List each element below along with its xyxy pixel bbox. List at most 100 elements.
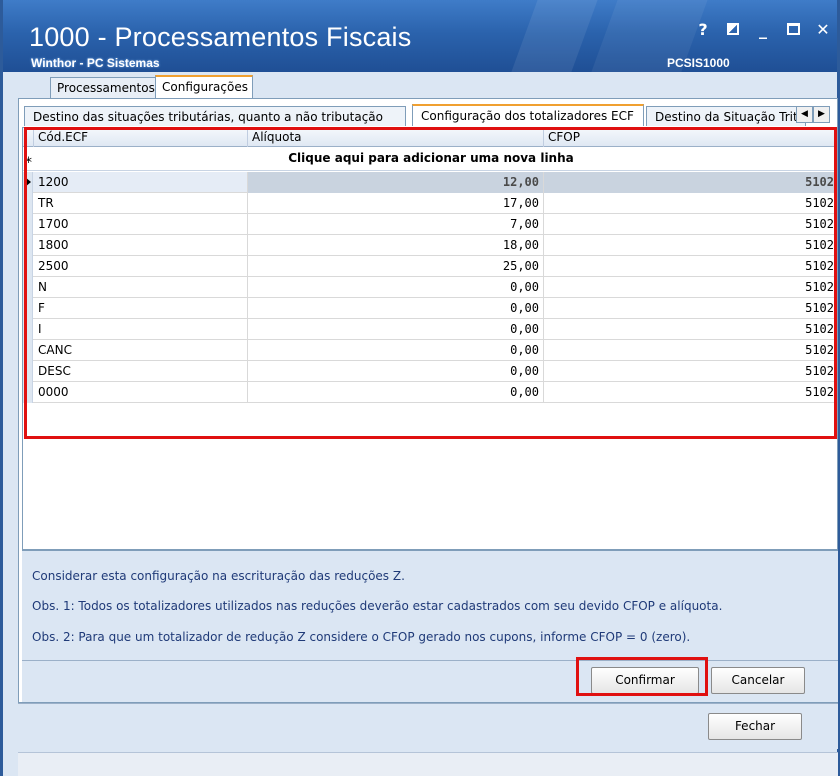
- sub-tabs: Destino das situações tributárias, quant…: [22, 104, 836, 126]
- maximize-icon: [786, 23, 800, 35]
- note-line: Obs. 1: Todos os totalizadores utilizado…: [32, 599, 723, 613]
- table-row[interactable]: 0000 0,00 5102: [23, 382, 837, 403]
- close-button[interactable]: ✕: [815, 20, 831, 39]
- cell-cod-ecf[interactable]: TR: [34, 193, 248, 214]
- chevron-left-icon: ◀: [801, 109, 808, 119]
- row-selector[interactable]: [23, 277, 33, 298]
- table-row[interactable]: I 0,00 5102: [23, 319, 837, 340]
- cell-aliquota[interactable]: 0,00: [248, 319, 544, 340]
- routine-code: PCSIS1000: [667, 56, 730, 70]
- totalizadores-grid[interactable]: Cód.ECF Alíquota CFOP * Clique aqui para…: [22, 127, 838, 550]
- cell-cfop[interactable]: 5102: [544, 193, 837, 214]
- close-window-button[interactable]: Fechar: [708, 713, 802, 740]
- confirm-button[interactable]: Confirmar: [591, 667, 699, 694]
- column-header-cfop[interactable]: CFOP: [544, 128, 837, 147]
- status-bar: [18, 752, 838, 776]
- note-line: Obs. 2: Para que um totalizador de reduç…: [32, 630, 691, 644]
- row-selector[interactable]: [23, 193, 33, 214]
- cancel-button-label: Cancelar: [731, 673, 785, 687]
- cell-cfop[interactable]: 5102: [544, 340, 837, 361]
- cell-cod-ecf[interactable]: N: [34, 277, 248, 298]
- table-row[interactable]: 2500 25,00 5102: [23, 256, 837, 277]
- close-button-label: Fechar: [734, 719, 776, 733]
- tab-label: Destino da Situação Trit: [655, 110, 798, 124]
- cell-cfop[interactable]: 5102: [544, 214, 837, 235]
- column-header-cod-ecf[interactable]: Cód.ECF: [34, 128, 248, 147]
- table-row[interactable]: 1800 18,00 5102: [23, 235, 837, 256]
- cell-aliquota[interactable]: 0,00: [248, 361, 544, 382]
- cell-cfop[interactable]: 5102: [544, 256, 837, 277]
- tab-destino-situacao-trib[interactable]: Destino da Situação Trit: [646, 106, 806, 126]
- scroll-left-button[interactable]: ◀: [796, 106, 813, 123]
- row-selector[interactable]: [23, 172, 33, 193]
- cell-cod-ecf[interactable]: DESC: [34, 361, 248, 382]
- help-button[interactable]: ?: [695, 20, 711, 39]
- table-row[interactable]: 1700 7,00 5102: [23, 214, 837, 235]
- cell-cod-ecf[interactable]: 2500: [34, 256, 248, 277]
- minimize-button[interactable]: _: [755, 20, 771, 39]
- confirm-button-label: Confirmar: [615, 673, 675, 687]
- table-row[interactable]: DESC 0,00 5102: [23, 361, 837, 382]
- row-selector[interactable]: [23, 319, 33, 340]
- cell-cod-ecf[interactable]: 1200: [34, 172, 248, 193]
- cell-aliquota[interactable]: 25,00: [248, 256, 544, 277]
- cell-aliquota[interactable]: 12,00: [248, 172, 544, 193]
- cancel-button[interactable]: Cancelar: [711, 667, 805, 694]
- table-row[interactable]: CANC 0,00 5102: [23, 340, 837, 361]
- scroll-right-button[interactable]: ▶: [813, 106, 830, 123]
- restore-icon: [727, 23, 739, 35]
- cell-cod-ecf[interactable]: CANC: [34, 340, 248, 361]
- row-selector[interactable]: [23, 361, 33, 382]
- tab-destino-situacoes[interactable]: Destino das situações tributárias, quant…: [24, 106, 406, 126]
- cell-cfop[interactable]: 5102: [544, 382, 837, 403]
- footer-bar: Fechar: [18, 703, 838, 749]
- cell-cfop[interactable]: 5102: [544, 361, 837, 382]
- column-header-aliquota[interactable]: Alíquota: [248, 128, 544, 147]
- tab-totalizadores-ecf[interactable]: Configuração dos totalizadores ECF: [412, 104, 644, 126]
- tab-scroll-buttons: ◀ ▶: [796, 106, 830, 123]
- table-row[interactable]: N 0,00 5102: [23, 277, 837, 298]
- cell-cod-ecf[interactable]: I: [34, 319, 248, 340]
- title-bar[interactable]: 1000 - Processamentos Fiscais Winthor - …: [3, 0, 837, 72]
- cell-aliquota[interactable]: 0,00: [248, 298, 544, 319]
- cell-aliquota[interactable]: 0,00: [248, 340, 544, 361]
- cell-cfop[interactable]: 5102: [544, 298, 837, 319]
- window-controls: ? _ ✕: [695, 20, 831, 39]
- tab-configuracoes[interactable]: Configurações: [155, 75, 253, 99]
- row-selector[interactable]: [23, 340, 33, 361]
- cell-aliquota[interactable]: 18,00: [248, 235, 544, 256]
- cell-cod-ecf[interactable]: 0000: [34, 382, 248, 403]
- cell-aliquota[interactable]: 0,00: [248, 277, 544, 298]
- tab-label: Configurações: [162, 80, 248, 94]
- cell-cfop[interactable]: 5102: [544, 235, 837, 256]
- cell-cfop[interactable]: 5102: [544, 319, 837, 340]
- tab-label: Processamentos: [57, 81, 155, 95]
- action-bar: Confirmar Cancelar: [22, 660, 838, 702]
- restore-button[interactable]: [725, 20, 741, 39]
- chevron-right-icon: ▶: [818, 109, 825, 119]
- row-selector[interactable]: [23, 382, 33, 403]
- cell-cod-ecf[interactable]: 1700: [34, 214, 248, 235]
- cell-aliquota[interactable]: 0,00: [248, 382, 544, 403]
- add-new-row-label: Clique aqui para adicionar uma nova linh…: [288, 151, 574, 165]
- row-selector[interactable]: [23, 298, 33, 319]
- cell-cod-ecf[interactable]: F: [34, 298, 248, 319]
- tab-processamentos[interactable]: Processamentos: [50, 77, 162, 99]
- current-row-arrow-icon: [25, 177, 31, 187]
- row-selector[interactable]: [23, 256, 33, 277]
- table-row[interactable]: 1200 12,00 5102: [23, 172, 837, 193]
- add-new-row[interactable]: * Clique aqui para adicionar uma nova li…: [23, 147, 837, 171]
- row-selector[interactable]: [23, 235, 33, 256]
- cell-cfop[interactable]: 5102: [544, 277, 837, 298]
- header-selector: [23, 128, 34, 147]
- window-subtitle: Winthor - PC Sistemas: [31, 56, 160, 70]
- cell-cfop[interactable]: 5102: [544, 172, 837, 193]
- row-selector[interactable]: [23, 214, 33, 235]
- cell-aliquota[interactable]: 7,00: [248, 214, 544, 235]
- cell-aliquota[interactable]: 17,00: [248, 193, 544, 214]
- table-row[interactable]: F 0,00 5102: [23, 298, 837, 319]
- table-row[interactable]: TR 17,00 5102: [23, 193, 837, 214]
- cell-cod-ecf[interactable]: 1800: [34, 235, 248, 256]
- maximize-button[interactable]: [785, 20, 801, 39]
- tab-label: Destino das situações tributárias, quant…: [33, 110, 383, 124]
